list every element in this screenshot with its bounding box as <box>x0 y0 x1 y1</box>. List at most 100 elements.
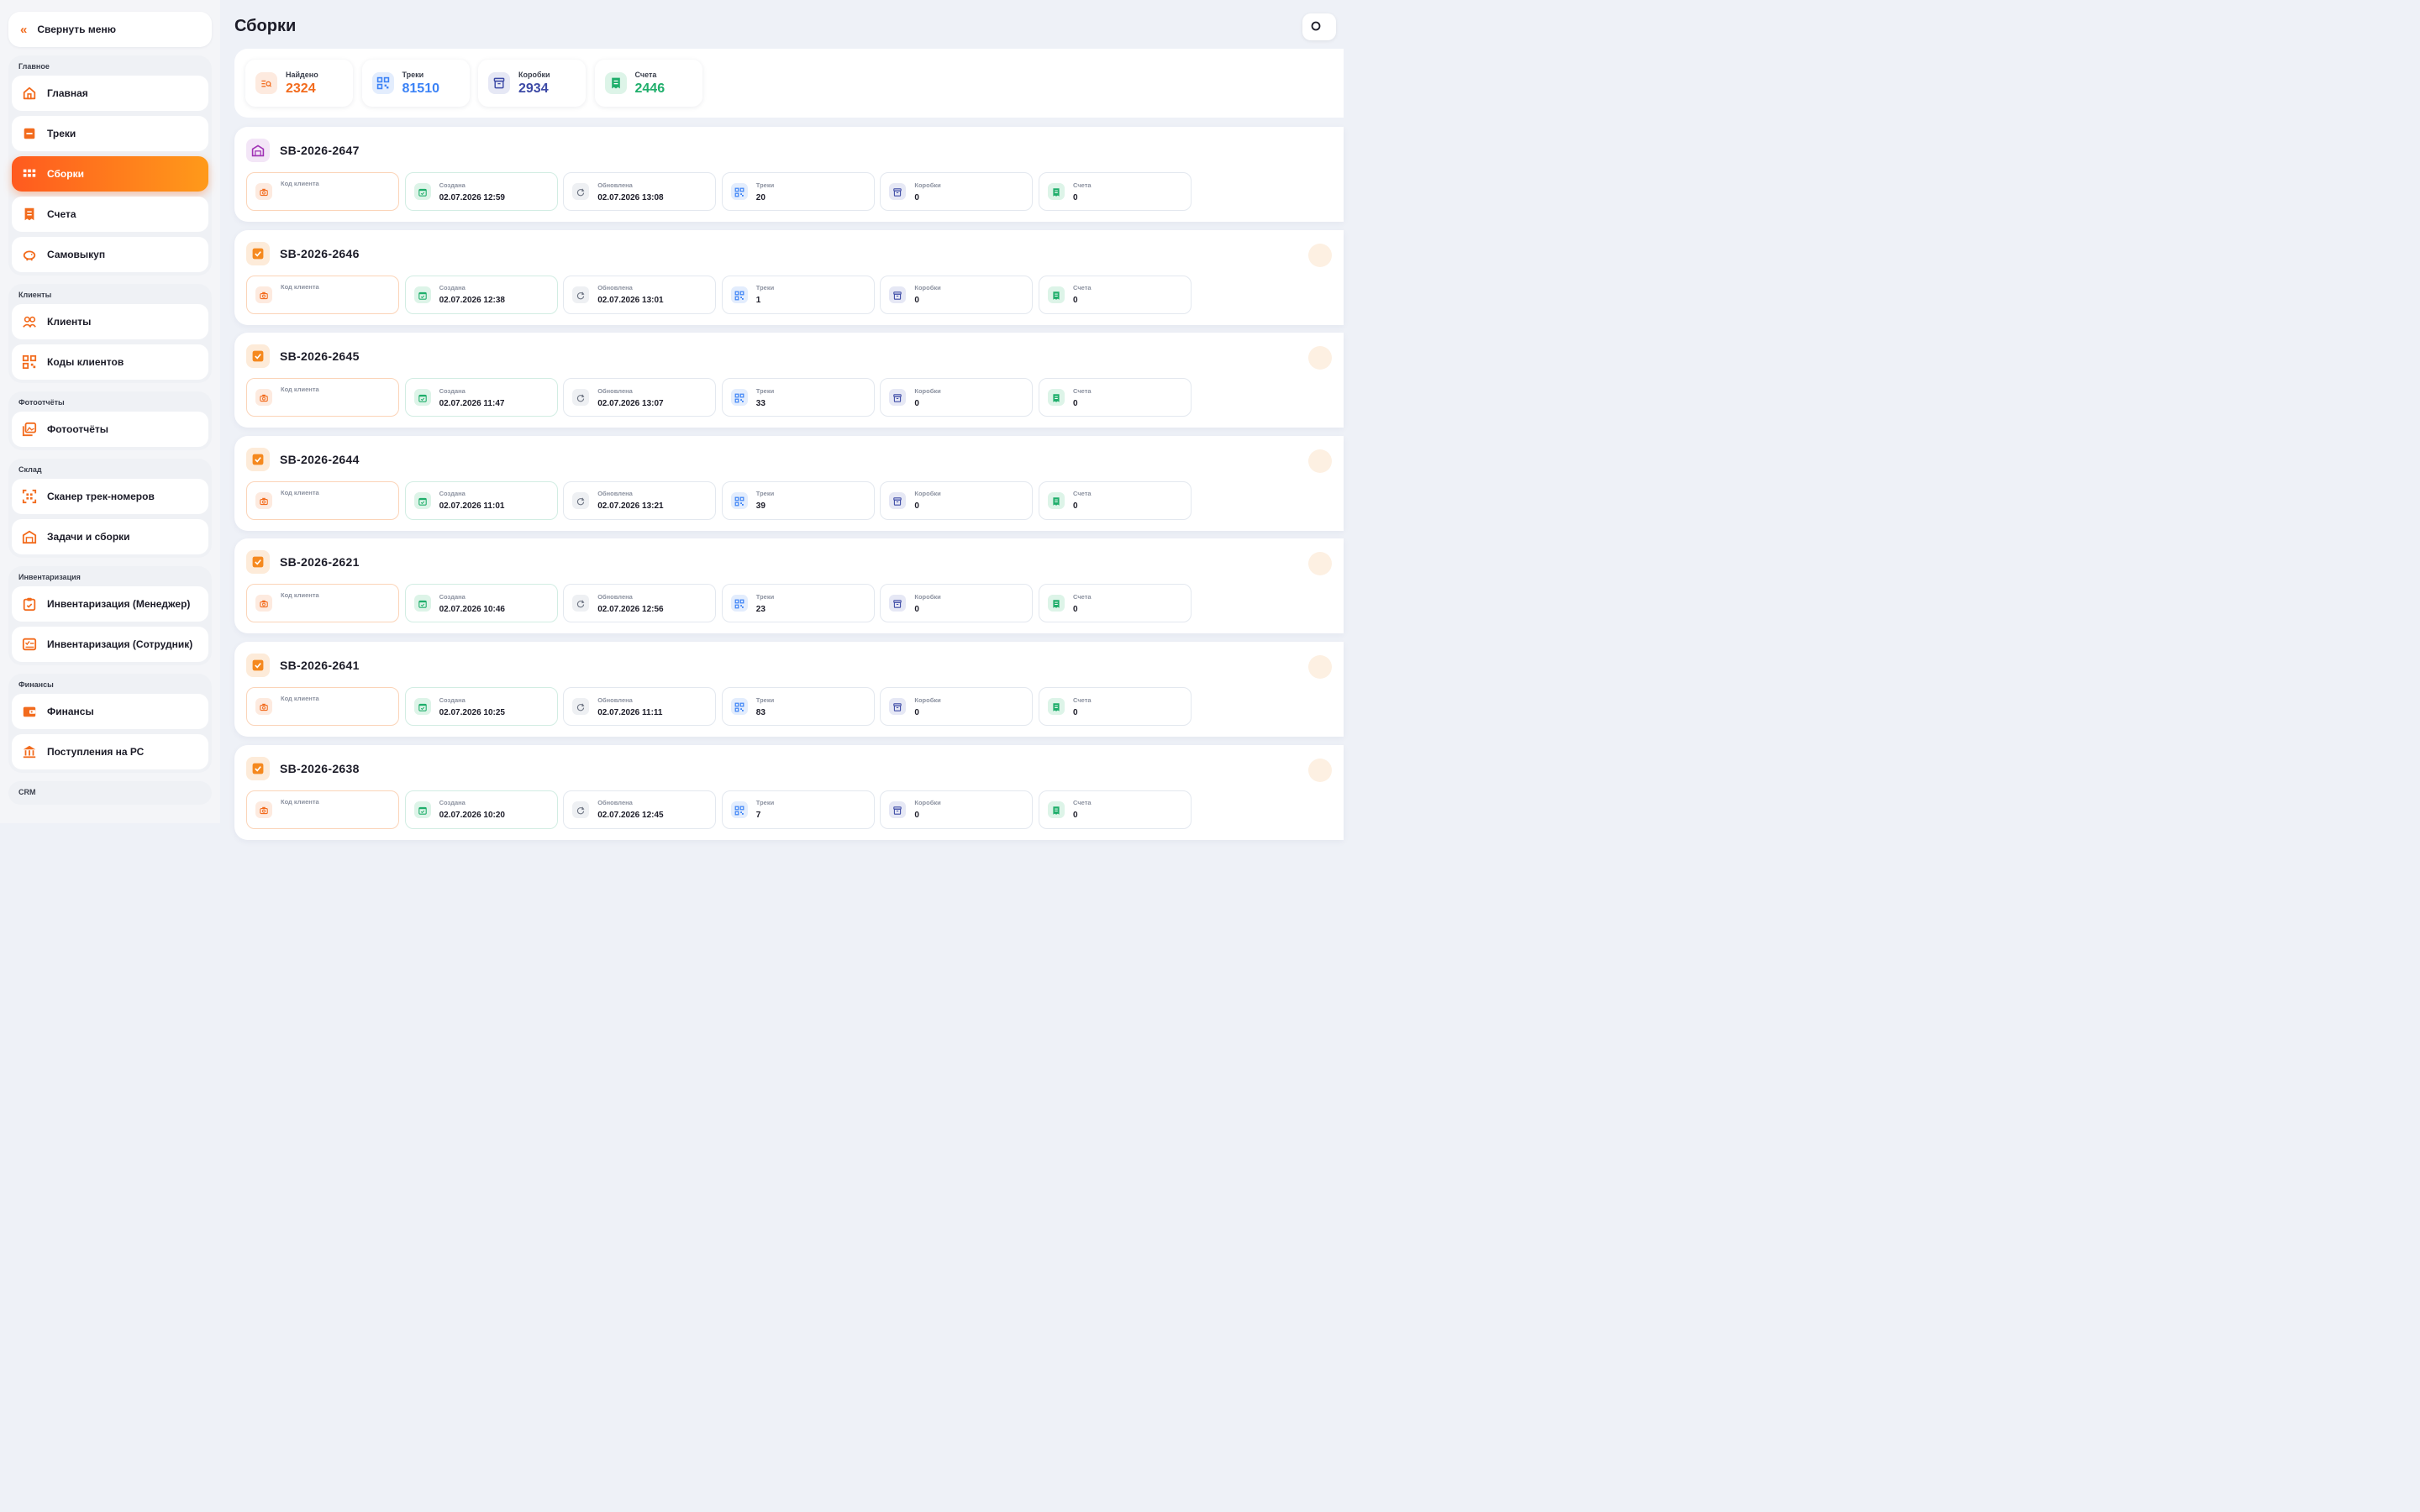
field-text: Обновлена 02.07.2026 13:07 <box>597 387 663 408</box>
field-label: Код клиента <box>281 386 319 394</box>
sidebar-item-label: Сканер трек-номеров <box>47 491 155 502</box>
field-label: Треки <box>755 592 775 601</box>
sidebar-item-label: Инвентаризация (Менеджер) <box>47 598 191 610</box>
sidebar-item[interactable]: Главная <box>12 76 208 111</box>
assembly-card[interactable]: SB-2026-2646 Код клиента Создана 02.07.2026… <box>234 229 1344 325</box>
sidebar-item[interactable]: Поступления на РС <box>12 734 208 769</box>
field-created: Создана 02.07.2026 10:46 <box>404 584 558 623</box>
sidebar-item[interactable]: Сборки <box>12 156 208 192</box>
assembly-id[interactable]: SB-2026-2641 <box>280 659 360 672</box>
sidebar-item[interactable]: Инвентаризация (Менеджер) <box>12 586 208 622</box>
field-value: 1 <box>755 296 761 306</box>
field-label: Создана <box>439 181 466 189</box>
refresh-icon <box>572 183 590 200</box>
refresh-icon <box>572 286 590 303</box>
refresh-icon <box>572 698 590 715</box>
field-text: Создана 02.07.2026 11:01 <box>439 490 505 511</box>
status-dot[interactable] <box>1308 449 1332 473</box>
sidebar-item-label: Поступления на РС <box>47 746 145 758</box>
wallet-icon <box>22 704 37 719</box>
archive-icon <box>488 72 510 94</box>
archive-icon <box>889 183 907 200</box>
sidebar-item-label: Сборки <box>47 168 84 180</box>
field-value: 0 <box>1073 296 1078 306</box>
field-text: Создана 02.07.2026 12:59 <box>439 181 505 202</box>
field-tracks: Треки 7 <box>721 790 875 829</box>
collapse-menu-button[interactable]: « Свернуть меню <box>8 12 212 47</box>
qr-code-icon <box>371 72 394 94</box>
assembly-id[interactable]: SB-2026-2644 <box>280 453 360 466</box>
field-value: 0 <box>1073 604 1078 614</box>
sidebar-item[interactable]: Финансы <box>12 694 208 729</box>
nav-group-title: Финансы <box>18 680 54 689</box>
refresh-icon <box>572 801 590 818</box>
assembly-id[interactable]: SB-2026-2638 <box>280 762 360 775</box>
field-client: Код клиента <box>246 584 399 623</box>
stat-card: Найдено 2324 <box>245 60 353 107</box>
status-dot[interactable] <box>1308 346 1332 370</box>
sidebar-item[interactable]: Счета <box>12 197 208 232</box>
status-dot[interactable] <box>1308 758 1332 782</box>
field-text: Обновлена 02.07.2026 13:21 <box>597 490 663 511</box>
assembly-card[interactable]: SB-2026-2645 Код клиента Создана 02.07.2026… <box>234 333 1344 428</box>
field-tracks: Треки 20 <box>721 172 875 211</box>
stat-label: Треки <box>402 70 424 79</box>
assembly-card[interactable]: SB-2026-2641 Код клиента Создана 02.07.2026… <box>234 642 1344 737</box>
sidebar-item[interactable]: Задачи и сборки <box>12 519 208 554</box>
field-text: Треки 1 <box>756 284 774 305</box>
field-text: Код клиента <box>281 688 319 702</box>
field-updated: Обновлена 02.07.2026 11:11 <box>563 687 717 726</box>
sidebar-item[interactable]: Инвентаризация (Сотрудник) <box>12 627 208 662</box>
field-invoices: Счета 0 <box>1039 378 1192 417</box>
assembly-fields: Код клиента Создана 02.07.2026 11:01 Обновл… <box>246 480 1192 520</box>
field-client: Код клиента <box>246 790 399 829</box>
status-dot[interactable] <box>1308 655 1332 679</box>
status-dot[interactable] <box>1308 243 1332 267</box>
receipt-icon <box>1048 698 1065 715</box>
field-value: 02.07.2026 12:38 <box>439 296 505 306</box>
field-text: Код клиента <box>281 379 319 393</box>
check-square-icon <box>246 550 270 575</box>
field-value: 02.07.2026 13:21 <box>597 501 664 512</box>
sidebar-item-label: Клиенты <box>47 316 92 328</box>
check-square-icon <box>246 344 270 369</box>
search-list-icon <box>255 72 277 94</box>
field-label: Обновлена <box>597 386 633 395</box>
field-label: Коробки <box>914 799 941 807</box>
sidebar-item[interactable]: Самовыкуп <box>12 237 208 272</box>
assembly-card[interactable]: SB-2026-2644 Код клиента Создана 02.07.2026… <box>234 435 1344 531</box>
assembly-card[interactable]: SB-2026-2647 Код клиента Создана 02.07.2026… <box>234 127 1344 222</box>
receipt-icon <box>1048 801 1065 818</box>
scanner-icon <box>22 489 37 504</box>
archive-icon <box>889 286 907 303</box>
field-value: 02.07.2026 13:01 <box>597 296 664 306</box>
field-text: Счета 0 <box>1073 284 1092 305</box>
status-dot[interactable] <box>1308 552 1332 576</box>
stat-value: 2324 <box>286 81 316 96</box>
assembly-id[interactable]: SB-2026-2645 <box>280 349 360 363</box>
home-icon <box>22 86 37 101</box>
field-text: Обновлена 02.07.2026 13:01 <box>597 284 663 305</box>
assembly-id[interactable]: SB-2026-2621 <box>280 555 360 569</box>
top-right-button[interactable] <box>1302 13 1336 40</box>
sidebar-item[interactable]: Треки <box>12 116 208 151</box>
assembly-card[interactable]: SB-2026-2638 Код клиента Создана 02.07.2026… <box>234 744 1344 840</box>
sidebar-item[interactable]: Фотоотчёты <box>12 412 208 447</box>
box-icon <box>22 126 37 141</box>
assembly-card[interactable]: SB-2026-2621 Код клиента Создана 02.07.2026… <box>234 538 1344 634</box>
card-header: SB-2026-2638 <box>246 756 360 780</box>
field-updated: Обновлена 02.07.2026 13:07 <box>563 378 717 417</box>
field-text: Треки 7 <box>756 799 774 820</box>
check-square-icon <box>246 447 270 471</box>
sidebar-item[interactable]: Клиенты <box>12 304 208 339</box>
receipt-icon <box>604 72 627 94</box>
field-label: Создана <box>439 592 466 601</box>
camera-icon <box>255 698 272 715</box>
field-label: Счета <box>1073 592 1092 601</box>
assembly-id[interactable]: SB-2026-2647 <box>280 144 360 157</box>
sidebar-item[interactable]: Сканер трек-номеров <box>12 479 208 514</box>
calendar-icon <box>413 801 431 818</box>
assembly-id[interactable]: SB-2026-2646 <box>280 247 360 260</box>
sidebar-item[interactable]: Коды клиентов <box>12 344 208 380</box>
nav-group-title: Клиенты <box>18 291 52 299</box>
